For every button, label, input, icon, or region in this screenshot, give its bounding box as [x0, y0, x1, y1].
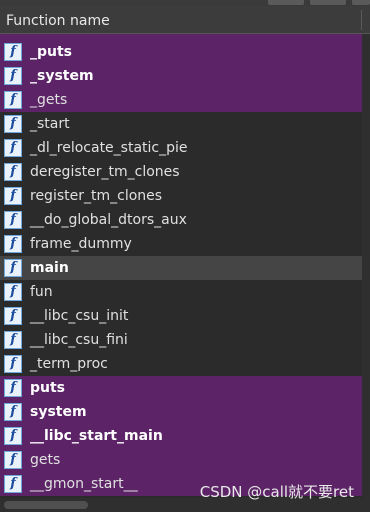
- function-name: system: [30, 404, 87, 420]
- function-name: frame_dummy: [30, 236, 132, 252]
- function-name: _term_proc: [30, 356, 108, 372]
- function-icon: f: [4, 91, 22, 109]
- toolbar-button[interactable]: [310, 0, 346, 5]
- function-icon: f: [4, 283, 22, 301]
- vertical-scrollbar[interactable]: [362, 34, 370, 498]
- watermark: CSDN @call就不要ret: [199, 483, 354, 501]
- function-row[interactable]: f main: [0, 256, 362, 280]
- function-name: _puts: [30, 44, 73, 60]
- column-separator[interactable]: [361, 10, 362, 30]
- function-row[interactable]: f register_tm_clones: [0, 184, 362, 208]
- function-icon: f: [4, 427, 22, 445]
- function-icon: f: [4, 235, 22, 253]
- function-name: deregister_tm_clones: [30, 164, 180, 180]
- function-row[interactable]: f puts: [0, 376, 362, 400]
- function-name: __gmon_start__: [30, 476, 138, 492]
- function-icon: f: [4, 379, 22, 397]
- function-icon: f: [4, 187, 22, 205]
- function-row[interactable]: f _gets: [0, 88, 362, 112]
- function-row[interactable]: f __libc_csu_fini: [0, 328, 362, 352]
- function-row[interactable]: f _dl_relocate_static_pie: [0, 136, 362, 160]
- column-title-function-name: Function name: [6, 13, 110, 29]
- function-icon: f: [4, 403, 22, 421]
- function-row[interactable]: f __libc_csu_init: [0, 304, 362, 328]
- function-row[interactable]: f _term_proc: [0, 352, 362, 376]
- function-row[interactable]: f _start: [0, 112, 362, 136]
- function-name: __do_global_dtors_aux: [30, 212, 187, 228]
- function-name: register_tm_clones: [30, 188, 163, 204]
- function-name: _gets: [30, 92, 68, 108]
- function-row[interactable]: f _puts: [0, 40, 362, 64]
- function-row[interactable]: f fun: [0, 280, 362, 304]
- function-icon: f: [4, 355, 22, 373]
- function-name: gets: [30, 452, 61, 468]
- function-icon: f: [4, 139, 22, 157]
- function-name: main: [30, 260, 69, 276]
- function-row[interactable]: f deregister_tm_clones: [0, 160, 362, 184]
- function-icon: f: [4, 43, 22, 61]
- function-icon: f: [4, 115, 22, 133]
- function-icon: f: [4, 331, 22, 349]
- function-name: _dl_relocate_static_pie: [30, 140, 188, 156]
- function-name: __libc_csu_init: [30, 308, 129, 324]
- function-name: _system: [30, 68, 94, 84]
- function-icon: f: [4, 451, 22, 469]
- function-icon: f: [4, 307, 22, 325]
- function-row[interactable]: f __do_global_dtors_aux: [0, 208, 362, 232]
- function-icon: f: [4, 475, 22, 493]
- column-header[interactable]: Function name: [0, 6, 370, 34]
- function-name: __libc_start_main: [30, 428, 163, 444]
- function-name: fun: [30, 284, 53, 300]
- function-row[interactable]: f _system: [0, 64, 362, 88]
- function-name: _start: [30, 116, 70, 132]
- function-icon: f: [4, 259, 22, 277]
- toolbar-button[interactable]: [352, 0, 370, 5]
- scrollbar-thumb[interactable]: [4, 501, 88, 509]
- function-name: puts: [30, 380, 66, 396]
- toolbar-button[interactable]: [268, 0, 304, 5]
- function-row[interactable]: f system: [0, 400, 362, 424]
- function-name: __libc_csu_fini: [30, 332, 128, 348]
- function-icon: f: [4, 211, 22, 229]
- function-icon: f: [4, 163, 22, 181]
- function-row[interactable]: f __libc_start_main: [0, 424, 362, 448]
- function-row[interactable]: f gets: [0, 448, 362, 472]
- function-row[interactable]: f frame_dummy: [0, 232, 362, 256]
- function-icon: f: [4, 67, 22, 85]
- functions-list[interactable]: f _puts f _system f _gets f _start f _dl_relocate…: [0, 34, 362, 498]
